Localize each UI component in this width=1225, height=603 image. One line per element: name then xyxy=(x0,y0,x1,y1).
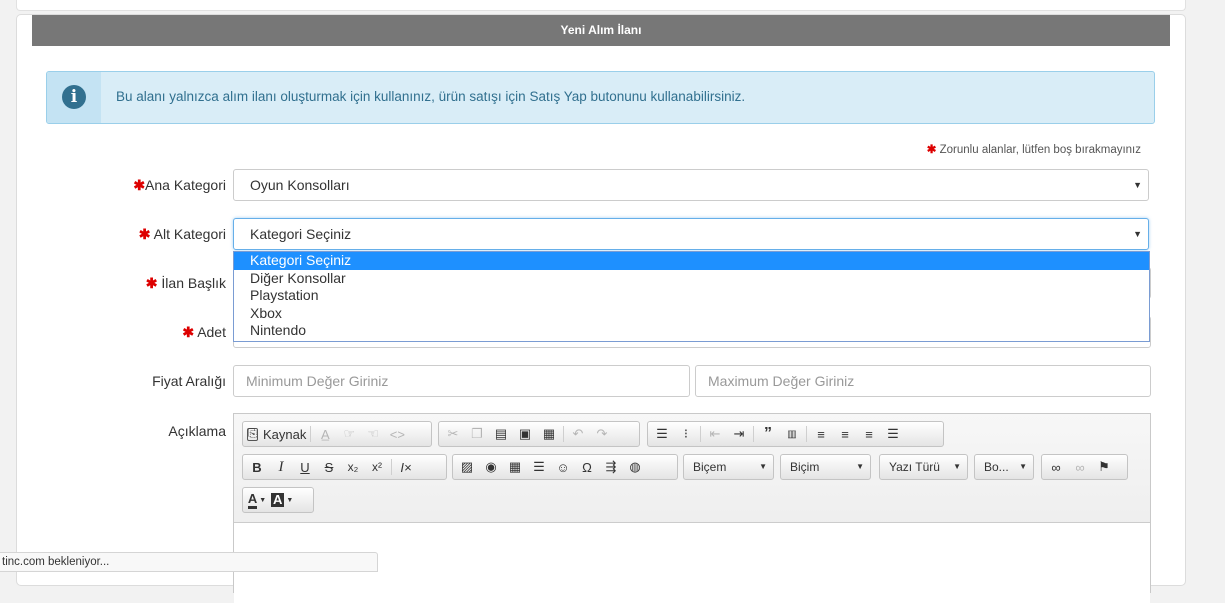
source-button[interactable]: ⎘ Kaynak xyxy=(245,423,308,445)
alt-kategori-select[interactable]: Kategori Seçiniz ▼ xyxy=(233,218,1149,250)
chevron-down-icon: ▼ xyxy=(1019,462,1027,471)
bulleted-list-icon[interactable]: ⁝ xyxy=(674,423,698,445)
browser-status-bar: tinc.com bekleniyor... xyxy=(0,552,378,572)
link-icon[interactable]: ∞ xyxy=(1044,456,1068,478)
chevron-down-icon: ▼ xyxy=(953,462,961,471)
required-star-icon: ✱ xyxy=(926,144,937,156)
subscript-icon[interactable]: x₂ xyxy=(341,456,365,478)
info-alert-text: Bu alanı yalnızca alım ilanı oluşturmak … xyxy=(116,89,746,104)
toolbar-group-insert: ▨ ◉ ▦ ☰ ☺ Ω ⇶ ◍ xyxy=(452,454,678,480)
alt-kategori-label: ✱ Alt Kategori xyxy=(138,226,226,242)
copy-icon[interactable]: ❐ xyxy=(465,423,489,445)
anchor-flag-icon[interactable]: ⚑ xyxy=(1092,456,1116,478)
alt-kategori-dropdown-list[interactable]: Kategori Seçiniz Diğer Konsollar Playsta… xyxy=(233,251,1150,342)
format-combo[interactable]: Biçem ▼ xyxy=(683,454,774,480)
required-star-icon: ✱ xyxy=(138,226,151,242)
ana-kategori-label: ✱Ana Kategori xyxy=(133,177,226,193)
bold-icon[interactable]: B xyxy=(245,456,269,478)
toolbar-group-paragraph: ☰ ⁝ ⇤ ⇥ ” ▥ ≡ ≡ ≡ ☰ xyxy=(647,421,944,447)
flash-icon[interactable]: ◉ xyxy=(479,456,503,478)
underline-icon[interactable]: U xyxy=(293,456,317,478)
align-left-icon[interactable]: ≡ xyxy=(809,423,833,445)
paste-word-icon[interactable]: ▦ xyxy=(537,423,561,445)
iframe-icon[interactable]: ◍ xyxy=(623,456,647,478)
table-icon[interactable]: ▦ xyxy=(503,456,527,478)
required-star-icon: ✱ xyxy=(145,275,158,291)
info-alert: i Bu alanı yalnızca alım ilanı oluşturma… xyxy=(46,71,1155,124)
paste-icon[interactable]: ▤ xyxy=(489,423,513,445)
dropdown-arrow-icon: ▼ xyxy=(1133,180,1142,190)
div-container-icon[interactable]: ▥ xyxy=(780,423,804,445)
dropdown-arrow-icon: ▼ xyxy=(1133,229,1142,239)
chevron-down-icon: ▼ xyxy=(856,462,864,471)
panel-title: Yeni Alım İlanı xyxy=(32,15,1170,46)
text-color-icon: A xyxy=(247,491,258,509)
toolbar-group-clipboard: ✂ ❐ ▤ ▣ ▦ ↶ ↷ xyxy=(438,421,640,447)
remove-comment-icon[interactable]: ☜ xyxy=(361,423,385,445)
aciklama-label: Açıklama xyxy=(168,423,226,439)
special-char-icon[interactable]: Ω xyxy=(575,456,599,478)
adet-label: ✱ Adet xyxy=(182,324,226,340)
spellcheck-icon[interactable]: A̲ xyxy=(313,423,337,445)
font-size-combo[interactable]: Bo... ▼ xyxy=(974,454,1034,480)
superscript-icon[interactable]: x² xyxy=(365,456,389,478)
chevron-down-icon: ▼ xyxy=(759,462,767,471)
redo-icon[interactable]: ↷ xyxy=(590,423,614,445)
background-color-icon: A xyxy=(271,492,285,507)
toolbar-group-basicstyles: B I U S x₂ x² I× xyxy=(242,454,447,480)
horizontal-line-icon[interactable]: ☰ xyxy=(527,456,551,478)
align-center-icon[interactable]: ≡ xyxy=(833,423,857,445)
image-icon[interactable]: ▨ xyxy=(455,456,479,478)
required-fields-note: ✱ Zorunlu alanlar, lütfen boş bırakmayın… xyxy=(926,144,1141,156)
ilan-baslik-label: ✱ İlan Başlık xyxy=(145,275,226,291)
blockquote-icon[interactable]: ” xyxy=(756,423,780,445)
code-icon[interactable]: <> xyxy=(385,423,409,445)
text-color-button[interactable]: A ▼ xyxy=(245,489,269,511)
toolbar-group-document: ⎘ Kaynak A̲ ☞ ☜ <> xyxy=(242,421,432,447)
info-icon: i xyxy=(62,85,86,109)
paste-text-icon[interactable]: ▣ xyxy=(513,423,537,445)
dropdown-option[interactable]: Diğer Konsollar xyxy=(234,270,1149,288)
toolbar-group-links: ∞ ∞ ⚑ xyxy=(1041,454,1128,480)
font-combo[interactable]: Yazı Türü ▼ xyxy=(879,454,968,480)
remove-format-icon[interactable]: I× xyxy=(394,456,418,478)
min-price-input[interactable]: Minimum Değer Giriniz xyxy=(233,365,690,397)
toolbar-group-colors: A ▼ A ▼ xyxy=(242,487,314,513)
strikethrough-icon[interactable]: S xyxy=(317,456,341,478)
source-icon: ⎘ xyxy=(247,427,258,441)
required-star-icon: ✱ xyxy=(133,177,146,193)
align-right-icon[interactable]: ≡ xyxy=(857,423,881,445)
dropdown-option[interactable]: Nintendo xyxy=(234,322,1149,340)
style-combo[interactable]: Biçim ▼ xyxy=(780,454,871,480)
dropdown-option[interactable]: Kategori Seçiniz xyxy=(234,252,1149,270)
max-price-input[interactable]: Maximum Değer Giriniz xyxy=(695,365,1151,397)
background-color-button[interactable]: A ▼ xyxy=(269,489,295,511)
italic-icon[interactable]: I xyxy=(269,456,293,478)
align-justify-icon[interactable]: ☰ xyxy=(881,423,905,445)
ana-kategori-select[interactable]: Oyun Konsolları ▼ xyxy=(233,169,1149,201)
page-break-icon[interactable]: ⇶ xyxy=(599,456,623,478)
previous-panel-edge xyxy=(16,0,1186,11)
smiley-icon[interactable]: ☺ xyxy=(551,456,575,478)
chevron-down-icon: ▼ xyxy=(259,496,267,504)
decrease-indent-icon[interactable]: ⇤ xyxy=(703,423,727,445)
new-request-panel: Yeni Alım İlanı i Bu alanı yalnızca alım… xyxy=(16,14,1186,603)
increase-indent-icon[interactable]: ⇥ xyxy=(727,423,751,445)
dropdown-option[interactable]: Xbox xyxy=(234,305,1149,323)
numbered-list-icon[interactable]: ☰ xyxy=(650,423,674,445)
fiyat-araligi-label: Fiyat Aralığı xyxy=(152,373,226,389)
undo-icon[interactable]: ↶ xyxy=(566,423,590,445)
chevron-down-icon: ▼ xyxy=(286,496,294,504)
dropdown-option[interactable]: Playstation xyxy=(234,287,1149,305)
comment-icon[interactable]: ☞ xyxy=(337,423,361,445)
cut-icon[interactable]: ✂ xyxy=(441,423,465,445)
unlink-icon[interactable]: ∞ xyxy=(1068,456,1092,478)
required-star-icon: ✱ xyxy=(182,324,195,340)
